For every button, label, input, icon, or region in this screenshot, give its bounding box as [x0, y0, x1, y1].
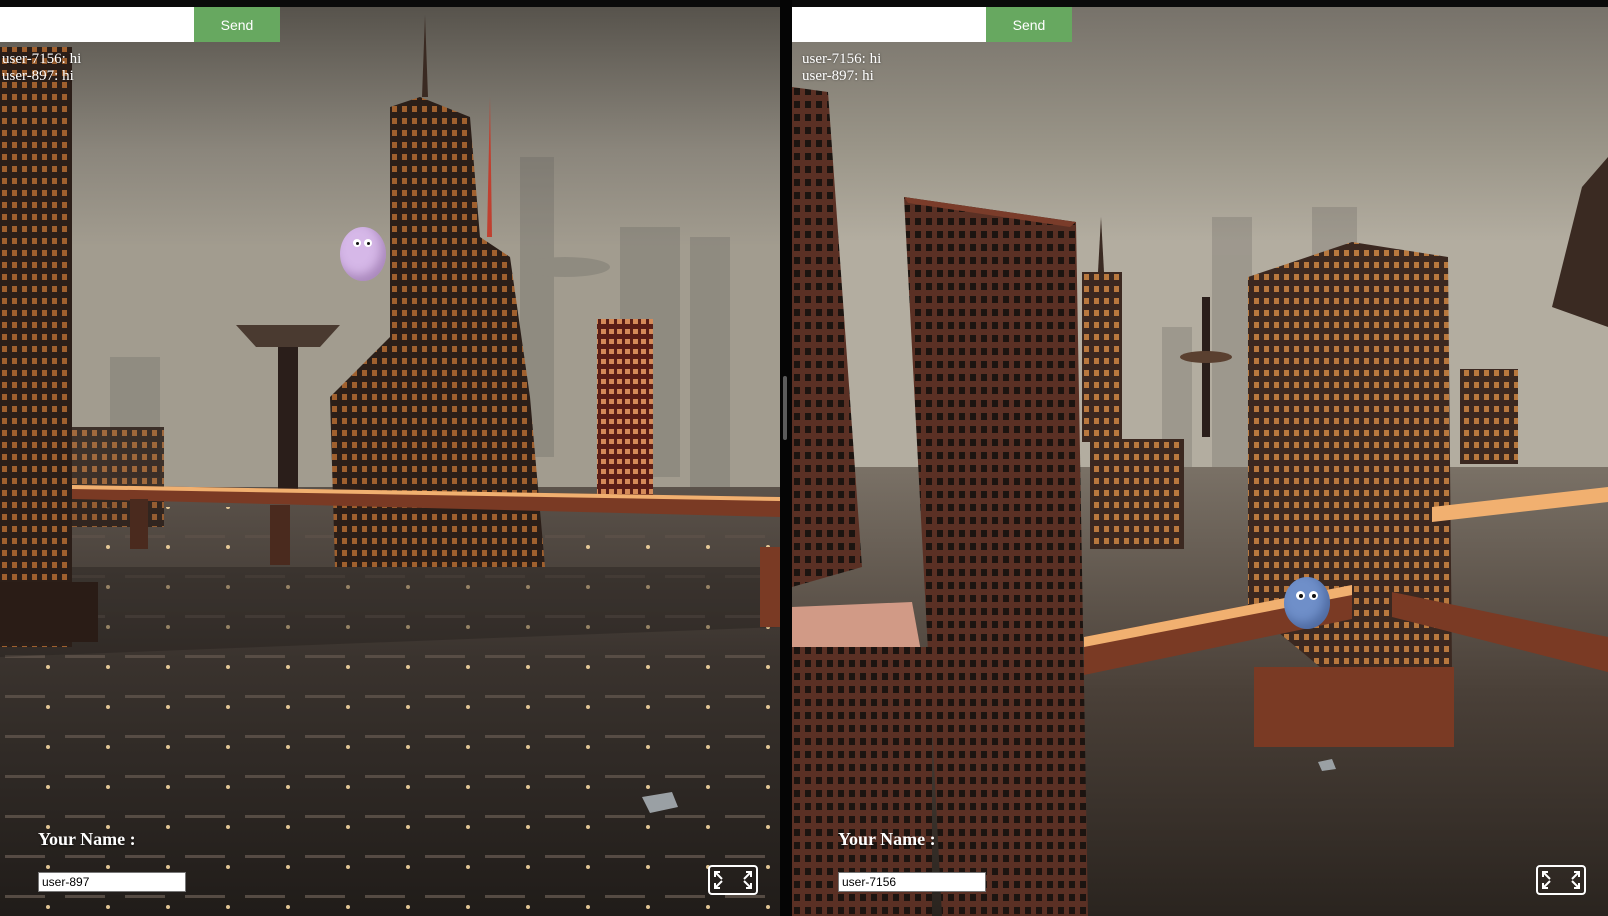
right-game-view[interactable]: Send user-7156: hi user-897: hi Your Nam…	[792, 7, 1608, 916]
window-top-edge	[0, 0, 1608, 7]
avatar-eye	[1309, 591, 1318, 600]
divider-drag-handle[interactable]	[783, 376, 787, 440]
chat-input[interactable]	[0, 7, 194, 42]
name-input[interactable]	[38, 872, 186, 892]
chat-messages: user-7156: hi user-897: hi	[802, 51, 881, 85]
send-button[interactable]: Send	[194, 7, 280, 42]
left-game-view[interactable]: Send user-7156: hi user-897: hi Your Nam…	[0, 7, 780, 916]
chat-message: user-897: hi	[2, 68, 74, 84]
chat-message: user-7156: hi	[2, 51, 82, 67]
chat-input[interactable]	[792, 7, 986, 42]
avatar-eye	[364, 239, 372, 247]
name-input[interactable]	[838, 872, 986, 892]
chat-message: user-897: hi	[802, 68, 874, 84]
fullscreen-button[interactable]	[708, 865, 758, 895]
chat-messages: user-7156: hi user-897: hi	[2, 51, 81, 85]
expand-arrows-icon	[1542, 871, 1580, 889]
expand-arrows-icon	[714, 871, 752, 889]
player-avatar-blue	[1284, 577, 1330, 629]
player-avatar-purple	[340, 227, 386, 281]
chat-message: user-7156: hi	[802, 51, 882, 67]
avatar-eye	[353, 239, 361, 247]
send-button[interactable]: Send	[986, 7, 1072, 42]
city-scene	[792, 7, 1608, 916]
your-name-label: Your Name :	[838, 829, 936, 849]
split-divider[interactable]	[780, 0, 792, 916]
avatar-eye	[1296, 591, 1305, 600]
fullscreen-button[interactable]	[1536, 865, 1586, 895]
your-name-label: Your Name :	[38, 829, 136, 849]
city-scene	[0, 7, 780, 916]
